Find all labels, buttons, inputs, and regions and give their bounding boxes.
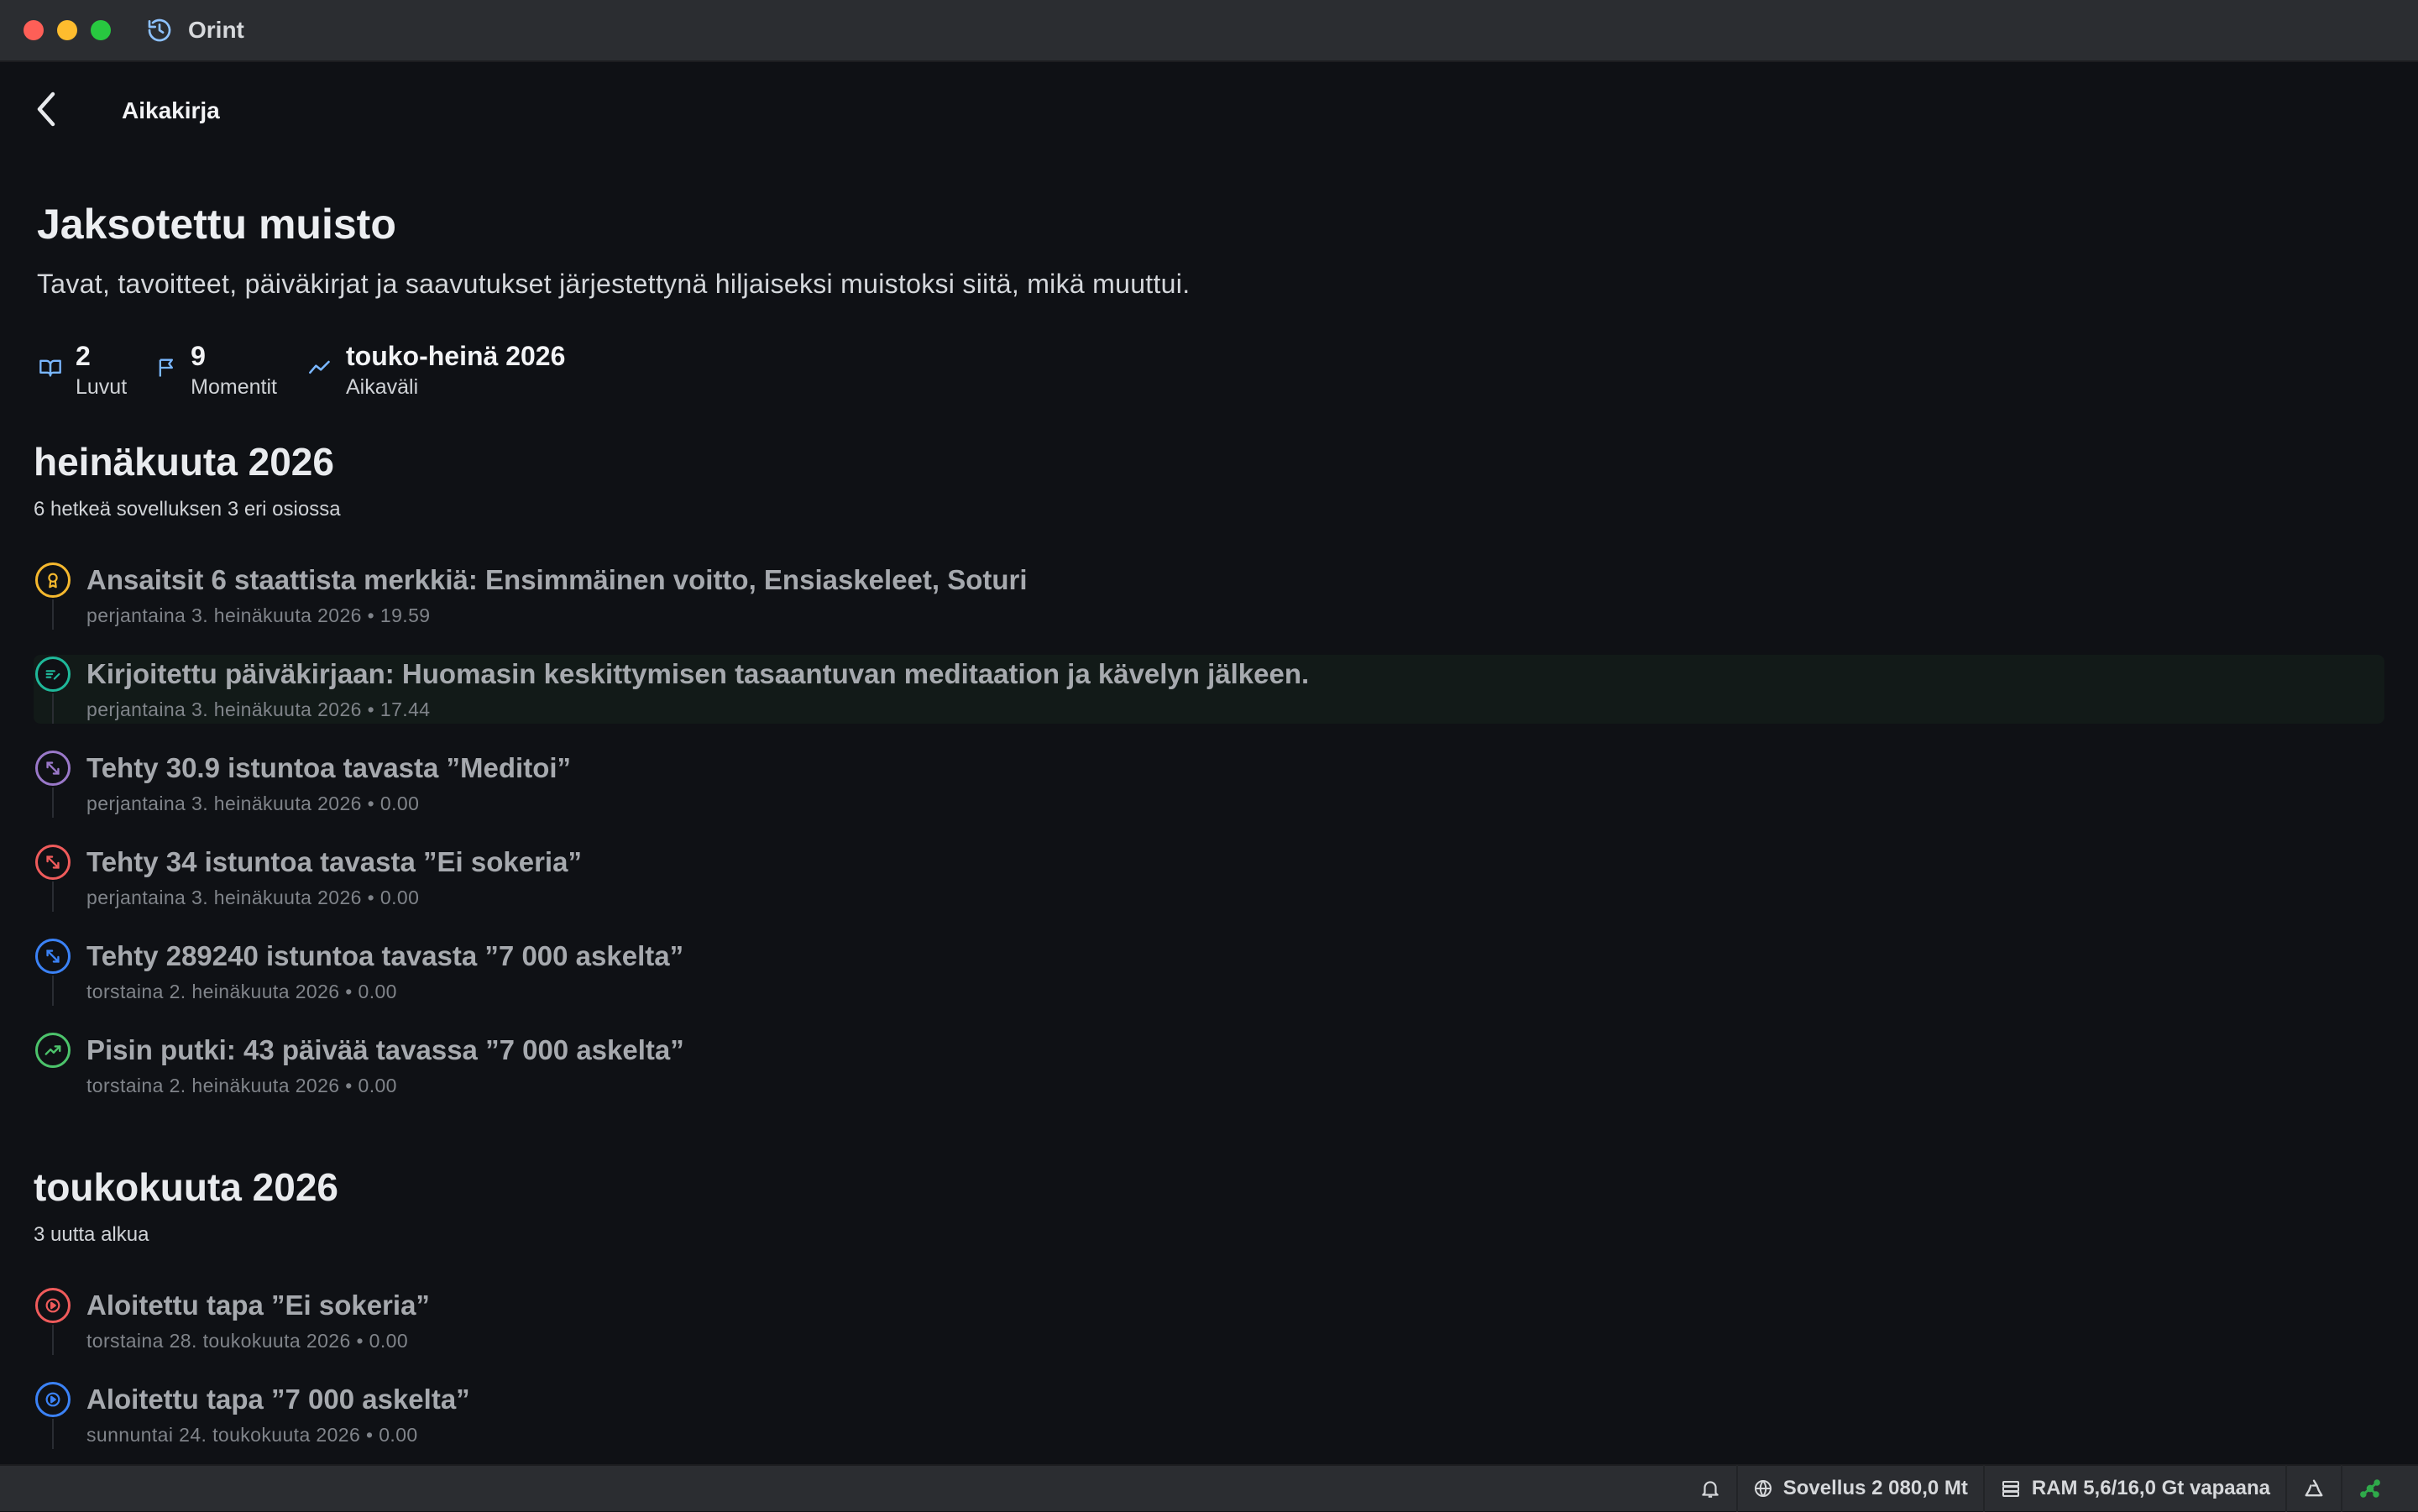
event-title: Tehty 30.9 istuntoa tavasta ”Meditoi” [86,752,572,783]
event-timestamp: torstaina 2. heinäkuuta 2026 • 0.00 [86,1075,397,1096]
event-title: Tehty 34 istuntoa tavasta ”Ei sokeria” [86,846,582,877]
stat-value: 9 [191,341,206,371]
section-title: toukokuuta 2026 [34,1165,338,1209]
award-icon [35,562,71,598]
trend-up-icon [35,1033,71,1068]
timeline-connector [52,1325,54,1355]
journal-pen-icon [35,657,71,692]
trend-line-icon [309,360,330,374]
section-subtitle: 6 hetkeä sovelluksen 3 eri osiossa [34,498,341,521]
globe-icon [1753,1478,1773,1499]
section-title: heinäkuuta 2026 [34,440,334,484]
close-window-button[interactable] [24,20,44,40]
stat-moments: 9 Momentit [155,339,277,401]
flag-icon [159,358,174,377]
stat-timespan: touko-heinä 2026 Aikaväli [306,339,565,401]
network-icon [2358,1477,2383,1500]
server-icon [2000,1478,2022,1499]
header-title: Aikakirja [122,97,220,123]
recycle-icon [2302,1477,2326,1500]
timeline-event[interactable]: Aloitettu tapa ”Ei sokeria” torstaina 28… [34,1286,2384,1355]
app-title: Orint [188,17,244,43]
stat-value: 2 [76,341,91,371]
page-subtitle: Tavat, tavoitteet, päiväkirjat ja saavut… [37,269,1191,299]
chevron-left-icon [37,92,55,127]
event-title: Aloitettu tapa ”7 000 askelta” [86,1384,470,1415]
timeline-connector [52,693,54,724]
event-title: Tehty 289240 istuntoa tavasta ”7 000 ask… [86,940,684,971]
minimize-window-button[interactable] [57,20,77,40]
app-memory-label: Sovellus 2 080,0 Mt [1782,1477,1968,1499]
month-section-july: heinäkuuta 2026 6 hetkeä sovelluksen 3 e… [34,438,2384,1125]
stat-value: touko-heinä 2026 [345,341,566,371]
stats-row: 2 Luvut 9 Momentit touko-heinä 2026 Aika… [37,339,565,401]
event-title: Ansaitsit 6 staattista merkkiä: Ensimmäi… [86,564,1028,595]
zoom-window-button[interactable] [91,20,111,40]
ram-label: RAM 5,6/16,0 Gt vapaana [2031,1477,2270,1499]
ram-indicator[interactable]: RAM 5,6/16,0 Gt vapaana [1982,1465,2285,1512]
bell-icon [1699,1478,1721,1499]
event-timestamp: sunnuntai 24. toukokuuta 2026 • 0.00 [86,1424,418,1446]
timeline-event[interactable]: Aloitettu tapa ”7 000 askelta” sunnuntai… [34,1380,2384,1449]
timeline-event[interactable]: Tehty 34 istuntoa tavasta ”Ei sokeria” p… [34,843,2384,912]
arrows-diagonal-icon [35,751,71,786]
back-button[interactable] [29,91,65,128]
timeline-event[interactable]: Kirjoitettu päiväkirjaan: Huomasin keski… [34,655,2384,724]
event-timestamp: torstaina 2. heinäkuuta 2026 • 0.00 [86,981,397,1002]
timeline-connector [52,882,54,912]
app-memory-indicator[interactable]: Sovellus 2 080,0 Mt [1735,1465,1983,1512]
timeline-event[interactable]: Tehty 289240 istuntoa tavasta ”7 000 ask… [34,937,2384,1006]
play-circle-icon [35,1382,71,1417]
stat-label: Momentit [191,375,277,399]
month-section-may: toukokuuta 2026 3 uutta alkua Aloitettu … [34,1164,2384,1474]
recycle-button[interactable] [2285,1465,2341,1512]
event-title: Kirjoitettu päiväkirjaan: Huomasin keski… [86,658,1310,689]
event-timestamp: perjantaina 3. heinäkuuta 2026 • 0.00 [86,887,420,908]
sync-status-button[interactable] [2341,1465,2398,1512]
arrows-diagonal-icon [35,939,71,974]
timeline-connector [52,1419,54,1449]
window-controls [24,20,111,40]
event-timestamp: perjantaina 3. heinäkuuta 2026 • 0.00 [86,793,420,814]
arrows-diagonal-icon [35,845,71,880]
event-timestamp: perjantaina 3. heinäkuuta 2026 • 19.59 [86,604,431,626]
stat-label: Luvut [76,375,128,399]
stat-label: Aikaväli [345,375,419,399]
play-circle-icon [35,1288,71,1323]
timeline-event[interactable]: Ansaitsit 6 staattista merkkiä: Ensimmäi… [34,561,2384,630]
history-icon [146,16,175,44]
timeline-event[interactable]: Tehty 30.9 istuntoa tavasta ”Meditoi” pe… [34,749,2384,818]
title-bar: Orint [0,0,2418,62]
event-timestamp: perjantaina 3. heinäkuuta 2026 • 17.44 [86,698,431,720]
timeline-connector [52,599,54,630]
event-list: Aloitettu tapa ”Ei sokeria” torstaina 28… [34,1286,2384,1449]
section-subtitle: 3 uutta alkua [34,1223,149,1246]
timeline-connector [52,787,54,818]
event-title: Pisin putki: 43 päivää tavassa ”7 000 as… [86,1034,684,1065]
stat-chapters: 2 Luvut [37,339,127,401]
event-title: Aloitettu tapa ”Ei sokeria” [86,1290,430,1321]
notifications-button[interactable] [1684,1465,1736,1512]
timeline-event[interactable]: Pisin putki: 43 päivää tavassa ”7 000 as… [34,1031,2384,1100]
book-open-icon [39,359,61,377]
status-bar: Sovellus 2 080,0 Mt RAM 5,6/16,0 Gt vapa… [0,1464,2418,1512]
event-timestamp: torstaina 28. toukokuuta 2026 • 0.00 [86,1330,409,1352]
event-list: Ansaitsit 6 staattista merkkiä: Ensimmäi… [34,561,2384,1100]
timeline-connector [52,976,54,1006]
page-title: Jaksotettu muisto [37,201,396,248]
